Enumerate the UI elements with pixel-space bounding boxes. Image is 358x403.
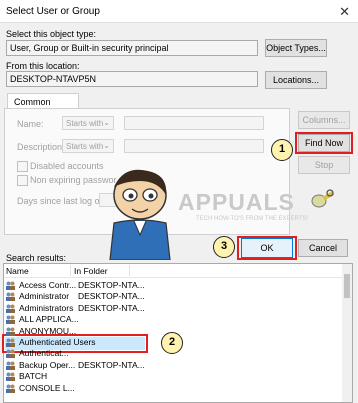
- object-type-label: Select this object type:: [6, 29, 97, 39]
- description-input: [124, 139, 264, 153]
- object-type-field: User, Group or Built-in security princip…: [6, 40, 258, 56]
- object-types-button[interactable]: Object Types...: [265, 39, 327, 57]
- locations-button[interactable]: Locations...: [265, 71, 327, 89]
- row-name: Administrators: [19, 302, 74, 313]
- row-folder: DESKTOP-NTA...: [78, 359, 145, 370]
- table-row[interactable]: BATCH: [5, 371, 335, 382]
- stop-button: Stop: [298, 156, 350, 174]
- table-row[interactable]: Access Contr... DESKTOP-NTA...: [5, 280, 335, 291]
- row-name: ANONYMOU...: [19, 325, 77, 336]
- table-row[interactable]: Authenticat...: [5, 348, 335, 359]
- row-name: Authenticat...: [19, 348, 69, 359]
- user-group-icon: [6, 327, 15, 336]
- user-group-icon: [6, 281, 15, 290]
- table-row[interactable]: ALL APPLICA...: [5, 314, 335, 325]
- row-folder: DESKTOP-NTA...: [78, 280, 145, 290]
- row-name: CONSOLE L...: [19, 382, 75, 393]
- search-results-label: Search results:: [6, 253, 67, 263]
- user-group-icon: [6, 304, 15, 313]
- disabled-accounts-label: Disabled accounts: [30, 161, 104, 171]
- row-name: ALL APPLICA...: [19, 314, 79, 325]
- results-header: Name In Folder: [4, 264, 342, 278]
- title-bar: Select User or Group ✕: [0, 0, 358, 23]
- user-group-icon: [6, 338, 15, 347]
- window-title: Select User or Group: [6, 6, 100, 17]
- find-now-highlight: [295, 132, 353, 154]
- description-label: Description:: [17, 142, 65, 152]
- user-group-icon: [6, 372, 15, 382]
- table-row[interactable]: CONSOLE L...: [5, 383, 335, 394]
- user-group-icon: [6, 361, 15, 370]
- column-header-name[interactable]: Name: [6, 266, 29, 276]
- location-field: DESKTOP-NTAVP5N: [6, 71, 258, 87]
- table-row[interactable]: Backup Oper... DESKTOP-NTA...: [5, 360, 335, 371]
- location-label: From this location:: [6, 61, 80, 71]
- cancel-button[interactable]: Cancel: [298, 239, 348, 257]
- user-group-icon: [6, 384, 15, 393]
- step-3-badge: 3: [213, 236, 235, 258]
- table-row[interactable]: Authenticated Users: [5, 337, 335, 348]
- user-group-icon: [6, 349, 15, 359]
- column-header-folder[interactable]: In Folder: [74, 266, 108, 276]
- row-folder: DESKTOP-NTA...: [78, 291, 145, 302]
- step-1-badge: 1: [271, 139, 293, 161]
- days-since-label: Days since last log on: [17, 196, 105, 206]
- row-name: Authenticated Users: [19, 337, 96, 347]
- columns-button: Columns...: [298, 111, 350, 129]
- search-figure-icon: [311, 189, 335, 208]
- watermark-brand: APPUALS: [178, 189, 295, 215]
- name-input: [124, 116, 264, 130]
- user-group-icon: [6, 292, 15, 302]
- scrollbar-thumb[interactable]: [344, 274, 350, 298]
- user-group-icon: [6, 315, 15, 325]
- table-row[interactable]: ANONYMOU...: [5, 326, 335, 337]
- table-row[interactable]: Administrator DESKTOP-NTA...: [5, 291, 335, 302]
- ok-highlight: [237, 236, 297, 260]
- name-match-dropdown: Starts with ⌄: [62, 116, 114, 130]
- appuals-mascot-icon: [109, 169, 171, 260]
- name-label: Name:: [17, 119, 44, 129]
- disabled-accounts-checkbox: [17, 161, 28, 172]
- non-expiring-checkbox: [17, 175, 28, 186]
- close-icon[interactable]: ✕: [339, 4, 350, 20]
- tab-common-queries[interactable]: Common Queries: [7, 93, 79, 117]
- results-scrollbar[interactable]: [342, 264, 352, 402]
- row-name: Access Contr...: [19, 280, 77, 290]
- row-name: BATCH: [19, 371, 48, 382]
- table-row[interactable]: Administrators DESKTOP-NTA...: [5, 303, 335, 314]
- description-match-dropdown: Starts with ⌄: [62, 139, 114, 153]
- row-folder: DESKTOP-NTA...: [78, 302, 145, 313]
- row-name: Administrator: [19, 291, 70, 302]
- row-name: Backup Oper...: [19, 359, 76, 370]
- watermark-tagline: TECH HOW-TO'S FROM THE EXPERTS!: [196, 216, 309, 222]
